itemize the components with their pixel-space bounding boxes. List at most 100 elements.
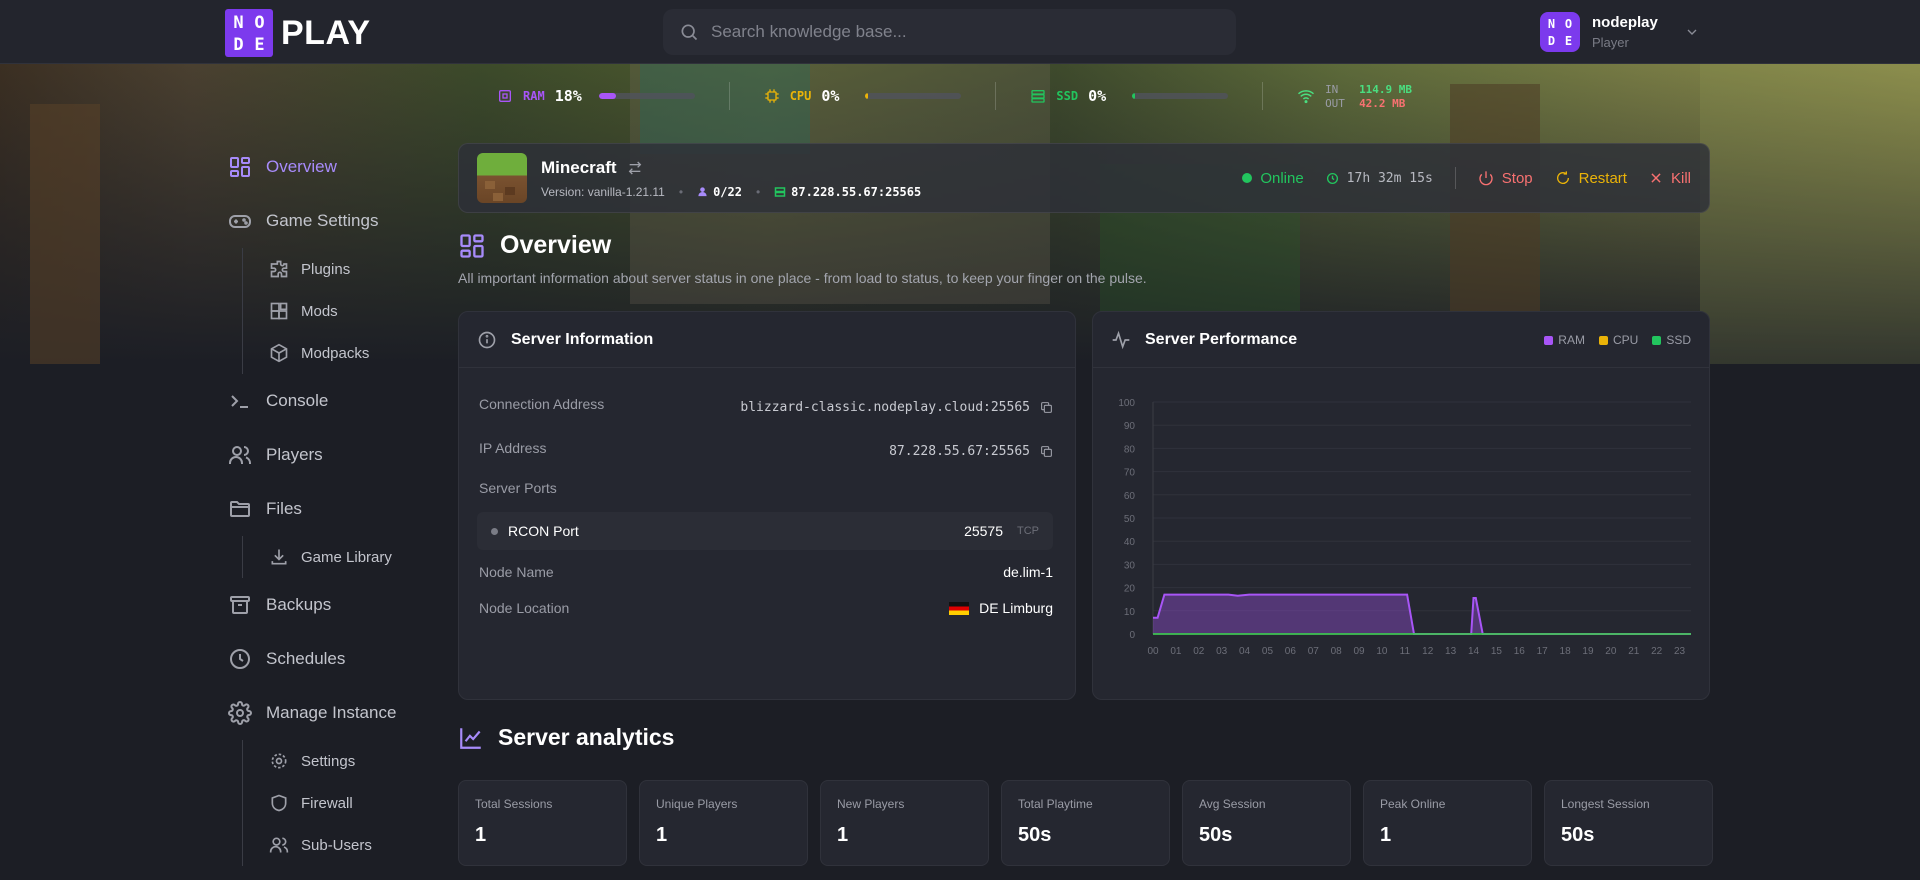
y-tick-label: 60 — [1124, 491, 1136, 502]
y-tick-label: 90 — [1124, 421, 1136, 432]
cpu-icon — [765, 89, 779, 103]
download-icon — [271, 549, 287, 565]
sidebar-item-game-settings[interactable]: Game Settings — [228, 194, 428, 248]
avatar: NO DE — [1540, 12, 1580, 52]
connection-address-label: Connection Address — [479, 395, 605, 412]
clock-icon — [1326, 172, 1338, 184]
logo[interactable]: NO DE PLAY — [225, 9, 371, 57]
kill-button[interactable]: Kill — [1649, 170, 1691, 187]
search-icon — [681, 24, 698, 41]
server-address[interactable]: 87.228.55.67:25565 — [791, 185, 921, 199]
ip-address-label: IP Address — [479, 439, 547, 456]
switch-icon[interactable] — [627, 160, 643, 176]
stat-network: IN 114.9 MB OUT 42.2 MB — [1297, 82, 1446, 110]
sidebar-item-game-library[interactable]: Game Library — [269, 536, 428, 578]
sidebar-item-console[interactable]: Console — [228, 374, 428, 428]
node-name-value: de.lim-1 — [1003, 564, 1053, 580]
activity-icon — [1112, 330, 1130, 349]
sidebar: Overview Game Settings Plugins Mods Modp… — [228, 140, 428, 866]
search-bar[interactable] — [663, 9, 1236, 55]
uptime-value: 17h 32m 15s — [1346, 170, 1433, 186]
sidebar-item-backups[interactable]: Backups — [228, 578, 428, 632]
stat-ssd-label: SSD — [1056, 89, 1079, 103]
stat-ram-bar — [598, 93, 695, 99]
wifi-icon — [1298, 90, 1315, 104]
stat-card-total-sessions: Total Sessions 1 — [458, 780, 627, 866]
panel-title: Server Information — [511, 330, 654, 348]
x-tick-label: 22 — [1651, 646, 1663, 657]
rcon-port-proto: TCP — [1017, 525, 1039, 537]
node-name-row: Node Name de.lim-1 — [479, 564, 1053, 580]
chart-legend: RAM CPU SSD — [1544, 333, 1691, 347]
user-role: Player — [1592, 35, 1629, 50]
sidebar-item-label: Mods — [301, 302, 338, 320]
analytics-title-text: Server analytics — [498, 724, 675, 750]
y-tick-label: 70 — [1124, 468, 1136, 479]
sidebar-item-manage-instance[interactable]: Manage Instance — [228, 686, 428, 740]
restart-button[interactable]: Restart — [1555, 170, 1627, 187]
copy-icon[interactable] — [1040, 445, 1053, 458]
net-in-label: IN — [1325, 82, 1339, 96]
y-tick-label: 80 — [1124, 444, 1136, 455]
server-name: Minecraft — [541, 157, 617, 177]
net-out-value: 42.2 MB — [1359, 96, 1406, 110]
chevron-down-icon[interactable] — [1684, 24, 1700, 40]
sidebar-item-plugins[interactable]: Plugins — [269, 248, 428, 290]
x-tick-label: 11 — [1400, 646, 1411, 657]
x-tick-label: 17 — [1537, 646, 1549, 657]
connection-address-row: Connection Address blizzard-classic.node… — [479, 392, 1053, 415]
port-dot — [491, 527, 498, 535]
sidebar-item-settings[interactable]: Settings — [269, 740, 428, 782]
sidebar-item-overview[interactable]: Overview — [228, 140, 428, 194]
x-tick-label: 08 — [1331, 646, 1343, 657]
stop-button[interactable]: Stop — [1478, 170, 1533, 187]
x-tick-label: 03 — [1216, 646, 1228, 657]
stat-card-longest-session: Longest Session 50s — [1544, 780, 1713, 866]
settings-icon — [271, 753, 287, 769]
node-location-row: Node Location DE Limburg — [479, 600, 1053, 616]
sidebar-item-players[interactable]: Players — [228, 428, 428, 482]
x-tick-label: 09 — [1353, 646, 1365, 657]
x-tick-label: 05 — [1262, 646, 1274, 657]
x-tick-label: 12 — [1422, 646, 1434, 657]
legend-ssd[interactable]: SSD — [1652, 333, 1691, 347]
node-location-label: Node Location — [479, 600, 570, 616]
blocks-icon — [270, 302, 288, 320]
sidebar-item-modpacks[interactable]: Modpacks — [269, 332, 428, 374]
stat-ram: RAM 18% — [497, 82, 730, 110]
sidebar-item-label: Plugins — [301, 260, 351, 278]
copy-icon[interactable] — [1040, 401, 1053, 414]
series-area-ram — [1153, 594, 1691, 634]
user-menu[interactable]: NO DE nodeplay Player — [1540, 12, 1700, 52]
puzzle-icon — [270, 260, 288, 278]
sidebar-item-firewall[interactable]: Firewall — [269, 782, 428, 824]
server-players: 0/22 — [713, 184, 742, 199]
stat-ssd: SSD 0% — [1030, 82, 1264, 110]
server-status: Online — [1242, 170, 1304, 187]
net-out-label: OUT — [1325, 96, 1345, 110]
server-icon — [774, 186, 786, 197]
search-input[interactable] — [711, 22, 1191, 42]
x-tick-label: 19 — [1582, 646, 1594, 657]
x-tick-label: 13 — [1445, 646, 1457, 657]
x-tick-label: 14 — [1468, 646, 1480, 657]
stat-cpu-value: 0% — [821, 87, 840, 105]
sidebar-item-label: Modpacks — [301, 344, 370, 362]
sidebar-item-files[interactable]: Files — [228, 482, 428, 536]
stat-card-peak-online: Peak Online 1 — [1363, 780, 1532, 866]
legend-ram[interactable]: RAM — [1544, 333, 1585, 347]
sidebar-item-sub-users[interactable]: Sub-Users — [269, 824, 428, 866]
storage-icon — [1031, 90, 1046, 103]
legend-cpu[interactable]: CPU — [1598, 333, 1638, 347]
stat-card-total-playtime: Total Playtime 50s — [1001, 780, 1170, 866]
sidebar-item-mods[interactable]: Mods — [269, 290, 428, 332]
sidebar-item-schedules[interactable]: Schedules — [228, 632, 428, 686]
status-dot — [1242, 173, 1253, 183]
stat-card-avg-session: Avg Session 50s — [1182, 780, 1351, 866]
y-tick-label: 0 — [1129, 630, 1135, 641]
page-title-text: Overview — [500, 231, 612, 259]
x-tick-label: 16 — [1514, 646, 1526, 657]
stat-cpu-bar — [865, 93, 962, 99]
user-name: nodeplay — [1592, 14, 1658, 31]
sidebar-item-label: Files — [266, 499, 302, 518]
